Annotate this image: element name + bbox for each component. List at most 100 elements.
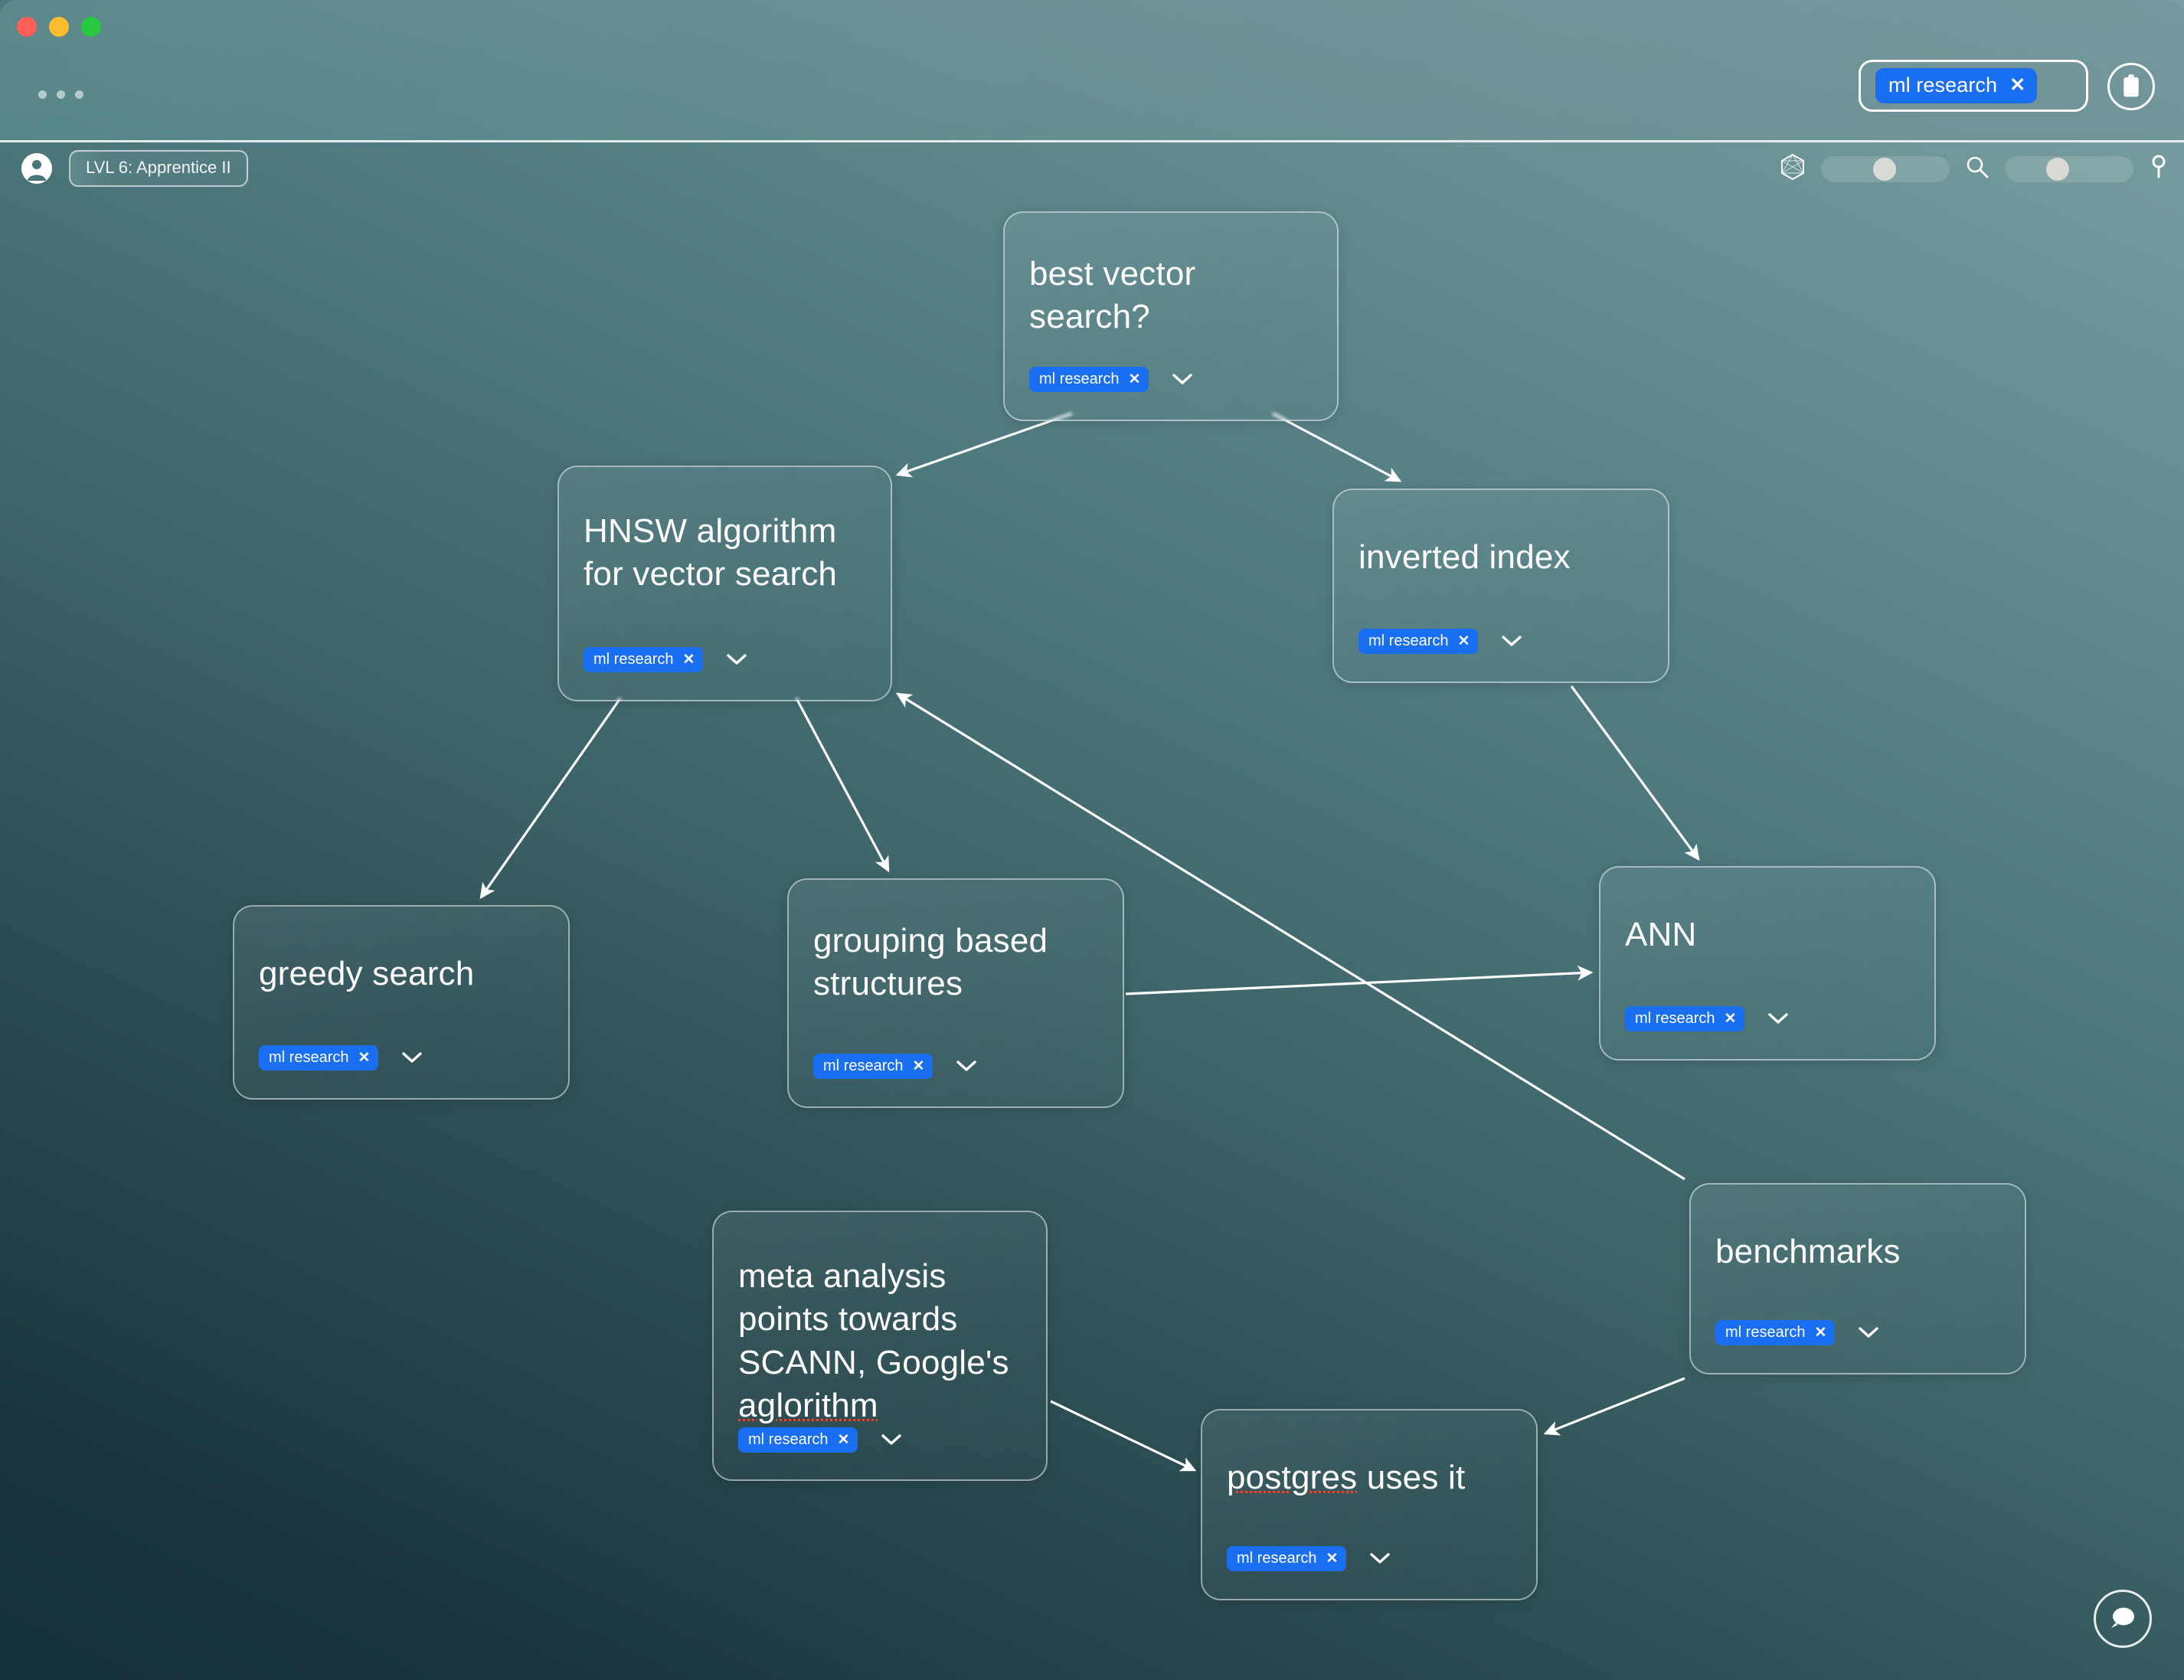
close-window-button[interactable] bbox=[17, 17, 37, 37]
chat-bubble-icon bbox=[2111, 1607, 2134, 1628]
chevron-down-icon[interactable] bbox=[881, 1433, 902, 1447]
node-card-meta-analysis[interactable]: meta analysis points towards SCANN, Goog… bbox=[712, 1211, 1048, 1481]
maximize-window-button[interactable] bbox=[81, 17, 101, 37]
node-footer: ml research ✕ bbox=[1227, 1546, 1512, 1599]
chat-button[interactable] bbox=[2094, 1590, 2152, 1648]
node-title[interactable]: HNSW algorithm for vector search bbox=[584, 467, 866, 596]
node-footer: ml research ✕ bbox=[813, 1054, 1098, 1106]
zoom-slider[interactable] bbox=[2005, 155, 2133, 182]
chevron-down-icon[interactable] bbox=[726, 653, 747, 667]
chevron-down-icon[interactable] bbox=[1858, 1326, 1879, 1340]
level-badge: LVL 6: Apprentice II bbox=[69, 150, 248, 187]
node-title-text: meta analysis points towards SCANN, Goog… bbox=[738, 1257, 1009, 1381]
graph-density-slider-thumb[interactable] bbox=[1873, 157, 1896, 181]
node-footer: ml research ✕ bbox=[1715, 1320, 2000, 1373]
node-footer: ml research ✕ bbox=[1358, 629, 1643, 681]
node-tag-chip[interactable]: ml research ✕ bbox=[1715, 1320, 1836, 1345]
tag-filter-input[interactable]: ml research ✕ bbox=[1859, 60, 2088, 112]
node-tag-chip[interactable]: ml research ✕ bbox=[738, 1427, 858, 1453]
remove-tag-icon[interactable]: ✕ bbox=[837, 1433, 849, 1447]
node-tag-chip[interactable]: ml research ✕ bbox=[1625, 1006, 1745, 1031]
edge-meta-analysis-to-postgres-uses-it bbox=[1050, 1400, 1197, 1472]
overflow-menu-button[interactable] bbox=[38, 90, 83, 99]
node-title[interactable]: best vector search? bbox=[1029, 213, 1313, 339]
node-tag-chip[interactable]: ml research ✕ bbox=[1227, 1546, 1347, 1571]
node-card-postgres-uses-it[interactable]: postgres uses it ml research ✕ bbox=[1201, 1409, 1538, 1600]
menu-dot-icon bbox=[38, 90, 47, 99]
active-tag-label: ml research bbox=[1888, 74, 1998, 96]
window-titlebar: ml research ✕ bbox=[0, 0, 2184, 142]
node-title[interactable]: greedy search bbox=[259, 907, 544, 995]
node-title[interactable]: meta analysis points towards SCANN, Goog… bbox=[738, 1212, 1022, 1427]
node-tag-chip[interactable]: ml research ✕ bbox=[1029, 367, 1149, 392]
remove-tag-icon[interactable]: ✕ bbox=[2009, 76, 2025, 95]
node-title[interactable]: benchmarks bbox=[1715, 1185, 2000, 1273]
node-title[interactable]: ANN bbox=[1625, 868, 1910, 956]
node-footer: ml research ✕ bbox=[259, 1045, 544, 1098]
node-title-text: best vector search? bbox=[1029, 255, 1196, 336]
node-card-greedy-search[interactable]: greedy search ml research ✕ bbox=[233, 905, 570, 1100]
node-tag-chip[interactable]: ml research ✕ bbox=[259, 1045, 379, 1070]
node-title-text: inverted index bbox=[1358, 538, 1571, 576]
toolbar-left-group: LVL 6: Apprentice II bbox=[21, 150, 248, 187]
node-tag-label: ml research bbox=[1237, 1550, 1317, 1567]
remove-tag-icon[interactable]: ✕ bbox=[1814, 1325, 1826, 1340]
canvas-toolbar: LVL 6: Apprentice II bbox=[0, 142, 2184, 208]
chevron-down-icon[interactable] bbox=[1369, 1552, 1391, 1566]
active-tag-chip[interactable]: ml research ✕ bbox=[1875, 68, 2038, 103]
chevron-down-icon[interactable] bbox=[956, 1060, 977, 1074]
node-title-text: grouping based structures bbox=[813, 922, 1048, 1003]
clipboard-button[interactable] bbox=[2107, 63, 2155, 110]
node-footer: ml research ✕ bbox=[1029, 367, 1313, 420]
graph-density-slider[interactable] bbox=[1821, 155, 1950, 182]
avatar[interactable] bbox=[21, 153, 52, 184]
remove-tag-icon[interactable]: ✕ bbox=[1128, 372, 1140, 387]
hexagon-network-icon[interactable] bbox=[1780, 153, 1806, 185]
node-tag-label: ml research bbox=[1368, 632, 1449, 649]
clipboard-icon bbox=[2124, 74, 2139, 97]
remove-tag-icon[interactable]: ✕ bbox=[912, 1059, 924, 1074]
node-tag-label: ml research bbox=[748, 1431, 829, 1449]
remove-tag-icon[interactable]: ✕ bbox=[1457, 634, 1470, 649]
mindmap-canvas[interactable]: best vector search? ml research ✕ HNSW algo… bbox=[0, 208, 2184, 1680]
node-card-hnsw-algorithm[interactable]: HNSW algorithm for vector search ml resea… bbox=[557, 466, 892, 701]
node-title-text: benchmarks bbox=[1715, 1233, 1901, 1270]
edge-hnsw-algorithm-to-greedy-search bbox=[479, 698, 622, 900]
chevron-down-icon[interactable] bbox=[1172, 373, 1193, 387]
node-tag-chip[interactable]: ml research ✕ bbox=[1358, 629, 1479, 654]
remove-tag-icon[interactable]: ✕ bbox=[1724, 1012, 1736, 1026]
spellcheck-error: postgres bbox=[1227, 1459, 1358, 1496]
node-tag-label: ml research bbox=[269, 1049, 349, 1066]
node-tag-label: ml research bbox=[1635, 1010, 1715, 1027]
minimize-window-button[interactable] bbox=[49, 17, 69, 37]
chevron-down-icon[interactable] bbox=[1501, 635, 1522, 649]
chevron-down-icon[interactable] bbox=[401, 1051, 423, 1065]
node-tag-chip[interactable]: ml research ✕ bbox=[584, 647, 704, 672]
node-title-text: ANN bbox=[1625, 916, 1697, 953]
node-card-inverted-index[interactable]: inverted index ml research ✕ bbox=[1332, 489, 1669, 683]
node-card-grouping-based-structures[interactable]: grouping based structures ml research ✕ bbox=[787, 878, 1124, 1108]
app-window: ml research ✕ LVL 6: Apprentice II best … bbox=[0, 0, 2184, 1680]
node-tag-chip[interactable]: ml research ✕ bbox=[813, 1054, 933, 1079]
chevron-down-icon[interactable] bbox=[1767, 1012, 1789, 1026]
node-title[interactable]: postgres uses it bbox=[1227, 1410, 1512, 1499]
remove-tag-icon[interactable]: ✕ bbox=[358, 1051, 370, 1065]
remove-tag-icon[interactable]: ✕ bbox=[1326, 1551, 1338, 1566]
edge-benchmarks-to-postgres-uses-it bbox=[1543, 1377, 1685, 1436]
search-icon[interactable] bbox=[1965, 155, 1989, 183]
node-tag-label: ml research bbox=[823, 1057, 904, 1074]
user-avatar-icon bbox=[21, 153, 52, 184]
node-card-ann[interactable]: ANN ml research ✕ bbox=[1599, 866, 1936, 1061]
node-card-benchmarks[interactable]: benchmarks ml research ✕ bbox=[1689, 1183, 2026, 1374]
node-tag-label: ml research bbox=[1725, 1324, 1806, 1341]
node-tag-label: ml research bbox=[1039, 371, 1120, 387]
node-card-best-vector-search[interactable]: best vector search? ml research ✕ bbox=[1003, 211, 1339, 421]
node-title[interactable]: inverted index bbox=[1358, 490, 1643, 579]
menu-dot-icon bbox=[57, 90, 65, 99]
zoom-slider-thumb[interactable] bbox=[2046, 157, 2069, 181]
node-title[interactable]: grouping based structures bbox=[813, 880, 1098, 1006]
pin-button[interactable] bbox=[2149, 154, 2169, 184]
node-footer: ml research ✕ bbox=[738, 1427, 1022, 1480]
remove-tag-icon[interactable]: ✕ bbox=[682, 652, 695, 667]
node-title-text: uses it bbox=[1357, 1459, 1466, 1496]
